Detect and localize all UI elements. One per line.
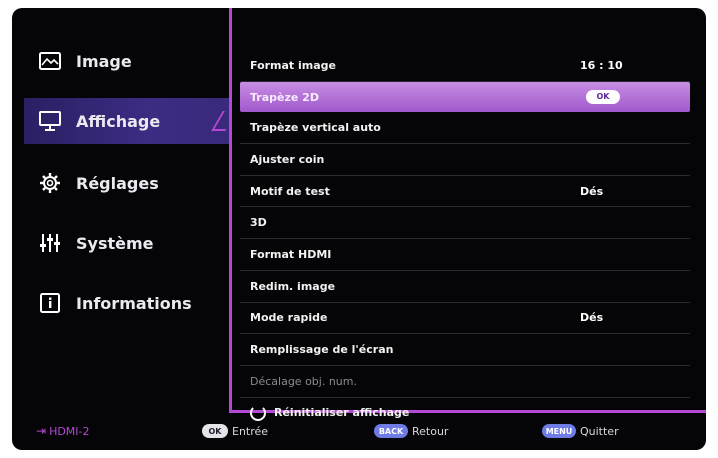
sliders-icon (38, 231, 62, 255)
back-hint-label: Retour (412, 424, 449, 438)
source-indicator: ⇥ HDMI-2 (36, 424, 90, 438)
row-value: 16 : 10 (580, 58, 623, 72)
row-value: Dés (580, 311, 604, 325)
row-label: Ajuster coin (250, 152, 325, 166)
osd-window: Image Affichage Réglages Système Informa (12, 8, 706, 450)
menu-hint: MENU Quitter (542, 424, 619, 438)
back-hint: BACK Retour (374, 424, 448, 438)
info-icon (38, 291, 62, 315)
row-trapeze-vertical-auto[interactable]: Trapèze vertical auto (240, 112, 690, 145)
ok-button-icon: OK (202, 424, 228, 438)
back-button-icon: BACK (374, 424, 408, 438)
row-decalage-obj-num: Décalage obj. num. (240, 366, 690, 398)
row-label: 3D (250, 216, 267, 230)
row-mode-rapide[interactable]: Mode rapide Dés (240, 303, 690, 335)
source-label: HDMI-2 (49, 424, 90, 438)
monitor-icon (38, 109, 62, 133)
divider-vertical (229, 8, 232, 412)
sidebar-item-affichage[interactable]: Affichage (24, 98, 230, 144)
sidebar-item-informations[interactable]: Informations (24, 280, 230, 326)
input-source-icon: ⇥ (36, 424, 47, 438)
row-redim-image[interactable]: Redim. image (240, 271, 690, 303)
sidebar-item-label: Affichage (76, 111, 161, 131)
row-format-hdmi[interactable]: Format HDMI (240, 239, 690, 271)
row-label: Format HDMI (250, 247, 332, 261)
ok-hint: OK Entrée (202, 424, 268, 438)
sidebar-item-reglages[interactable]: Réglages (24, 160, 230, 206)
sidebar: Image Affichage Réglages Système Informa (12, 8, 230, 396)
row-label: Format image (250, 58, 337, 72)
row-ajuster-coin[interactable]: Ajuster coin (240, 144, 690, 176)
row-format-image[interactable]: Format image 16 : 10 (240, 50, 690, 82)
gear-icon (38, 171, 62, 195)
row-label: Redim. image (250, 279, 336, 293)
row-label: Mode rapide (250, 311, 328, 325)
row-value: Dés (580, 184, 604, 198)
row-label: Remplissage de l'écran (250, 343, 394, 357)
footer-bar: ⇥ HDMI-2 OK Entrée BACK Retour MENU Quit… (12, 412, 706, 450)
settings-panel: Format image 16 : 10 Trapèze 2D OK Trapè… (240, 50, 690, 428)
ok-hint-label: Entrée (232, 424, 269, 438)
menu-button-icon: MENU (542, 424, 576, 438)
row-3d[interactable]: 3D (240, 207, 690, 240)
sidebar-item-label: Image (76, 51, 132, 71)
menu-hint-label: Quitter (580, 424, 619, 438)
row-trapeze-2d[interactable]: Trapèze 2D OK (240, 81, 690, 113)
sidebar-item-label: Informations (76, 293, 192, 313)
row-label: Décalage obj. num. (250, 374, 357, 388)
image-icon (38, 49, 62, 73)
sidebar-item-label: Système (76, 233, 154, 253)
sidebar-item-label: Réglages (76, 173, 159, 193)
row-label: Trapèze 2D (250, 90, 319, 104)
sidebar-item-systeme[interactable]: Système (24, 220, 230, 266)
ok-badge: OK (586, 89, 620, 104)
row-label: Motif de test (250, 184, 330, 198)
row-label: Trapèze vertical auto (250, 121, 381, 135)
sidebar-item-image[interactable]: Image (24, 38, 230, 84)
row-remplissage-ecran[interactable]: Remplissage de l'écran (240, 334, 690, 366)
row-motif-de-test[interactable]: Motif de test Dés (240, 176, 690, 208)
